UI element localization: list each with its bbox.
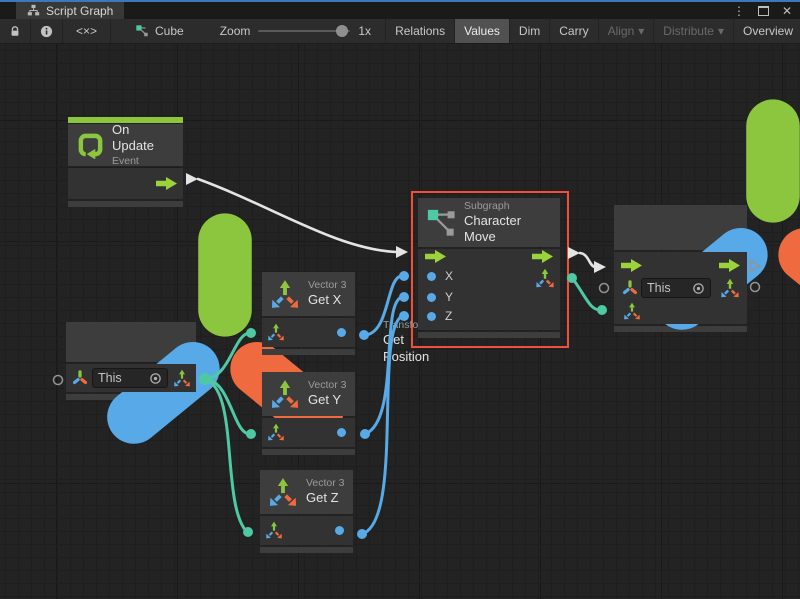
zoom-slider-handle[interactable] xyxy=(336,25,348,37)
node-category: Vector 3 xyxy=(308,379,347,392)
vector3-icon xyxy=(270,379,300,409)
window-menu-button[interactable]: ⋮ xyxy=(733,4,745,18)
value-out-port[interactable] xyxy=(337,328,346,337)
setposition-target-port[interactable] xyxy=(600,284,609,293)
object-picker-icon[interactable] xyxy=(149,372,162,385)
vector3-icon[interactable] xyxy=(267,323,285,341)
vector3-icon[interactable] xyxy=(267,423,285,441)
align-dropdown[interactable]: Align▾ xyxy=(599,19,655,43)
tab-title: Script Graph xyxy=(46,4,113,18)
subgraph-icon xyxy=(426,208,456,238)
vector3-icon[interactable] xyxy=(173,369,191,387)
transform-icon xyxy=(621,279,639,297)
input-label-x: X xyxy=(445,269,453,283)
wire-flow-charactermove-to-setposition[interactable] xyxy=(568,247,606,273)
vector3-icon[interactable] xyxy=(623,302,641,320)
lock-icon xyxy=(9,25,21,38)
node-subtitle: Event xyxy=(112,155,174,168)
flow-in-arrow[interactable] xyxy=(425,250,447,263)
node-title: Get Z xyxy=(306,490,345,506)
node-category: Subgraph xyxy=(464,200,552,213)
info-button[interactable] xyxy=(31,19,63,43)
flow-out-arrow[interactable] xyxy=(156,177,178,190)
lock-button[interactable] xyxy=(0,19,31,43)
titlebar: Script Graph ⋮ ✕ xyxy=(0,0,800,19)
relations-button[interactable]: Relations xyxy=(385,19,455,43)
values-button[interactable]: Values xyxy=(455,19,510,43)
overview-button[interactable]: Overview xyxy=(734,19,800,43)
code-icon: <×> xyxy=(76,24,97,38)
transform-icon xyxy=(623,78,800,378)
node-title: Get Y xyxy=(308,392,347,408)
wire-vector-charactermove-to-setposition[interactable] xyxy=(567,273,607,315)
node-get-y[interactable]: Vector 3 Get Y xyxy=(262,372,355,455)
node-category: Vector 3 xyxy=(308,279,347,292)
toolbar-spacer xyxy=(111,19,125,43)
chevron-down-icon: ▾ xyxy=(718,24,724,38)
flow-out-arrow[interactable] xyxy=(719,259,741,272)
getposition-target-port[interactable] xyxy=(54,376,63,385)
zoom-label: Zoom xyxy=(220,24,251,38)
flow-out-arrow[interactable] xyxy=(532,250,554,263)
zoom-slider[interactable] xyxy=(258,30,350,32)
object-picker-icon[interactable] xyxy=(692,282,705,295)
vector3-icon[interactable] xyxy=(265,521,283,539)
toolbar-right-group: Relations Values Dim Carry Align▾ Distri… xyxy=(385,19,800,43)
target-object-field[interactable]: This xyxy=(92,368,168,388)
node-title: On Update xyxy=(112,122,174,155)
input-port-x[interactable] xyxy=(427,272,436,281)
graph-name: Cube xyxy=(155,24,184,38)
script-graph-icon xyxy=(27,4,40,17)
input-port-y[interactable] xyxy=(427,293,436,302)
chevron-down-icon: ▾ xyxy=(638,24,644,38)
input-label-y: Y xyxy=(445,290,453,304)
vector3-icon xyxy=(270,279,300,309)
input-label-z: Z xyxy=(445,309,452,323)
value-out-port[interactable] xyxy=(335,526,344,535)
vector3-icon xyxy=(268,477,298,507)
graph-canvas[interactable]: On Update Event Transform Get Position xyxy=(0,44,800,599)
zoom-value: 1x xyxy=(358,24,371,38)
input-port-z[interactable] xyxy=(427,312,436,321)
flow-in-arrow[interactable] xyxy=(621,259,643,272)
node-title: Get X xyxy=(308,292,347,308)
node-set-position[interactable]: Transform Set Position This xyxy=(614,205,747,332)
node-get-z[interactable]: Vector 3 Get Z xyxy=(260,470,353,553)
zoom-control: Zoom 1x xyxy=(220,19,371,43)
maximize-button[interactable] xyxy=(758,6,769,16)
tab-script-graph[interactable]: Script Graph xyxy=(16,2,124,19)
close-button[interactable]: ✕ xyxy=(782,4,792,18)
target-object-field[interactable]: This xyxy=(641,278,711,298)
distribute-dropdown[interactable]: Distribute▾ xyxy=(654,19,734,43)
toolbar: <×> Cube Zoom 1x Relations Values Dim Ca… xyxy=(0,19,800,44)
node-category: Vector 3 xyxy=(306,477,345,490)
vector3-icon[interactable] xyxy=(720,278,740,298)
transform-icon xyxy=(71,369,89,387)
node-get-x[interactable]: Vector 3 Get X xyxy=(262,272,355,355)
node-character-move[interactable]: Subgraph Character Move X Y Z xyxy=(418,198,560,338)
graph-icon xyxy=(135,24,149,38)
vector3-icon[interactable] xyxy=(535,268,555,288)
node-title: Character Move xyxy=(464,213,552,246)
dim-button[interactable]: Dim xyxy=(510,19,550,43)
on-update-loop-icon xyxy=(77,132,104,159)
graph-reference[interactable]: Cube xyxy=(125,19,194,43)
carry-button[interactable]: Carry xyxy=(550,19,598,43)
edit-script-button[interactable]: <×> xyxy=(63,19,111,43)
node-get-position[interactable]: Transform Get Position This xyxy=(66,322,196,400)
unity-script-graph-window: Script Graph ⋮ ✕ <×> Cube Zoom 1x Relati… xyxy=(0,0,800,599)
value-out-port[interactable] xyxy=(337,428,346,437)
info-icon xyxy=(40,25,53,38)
